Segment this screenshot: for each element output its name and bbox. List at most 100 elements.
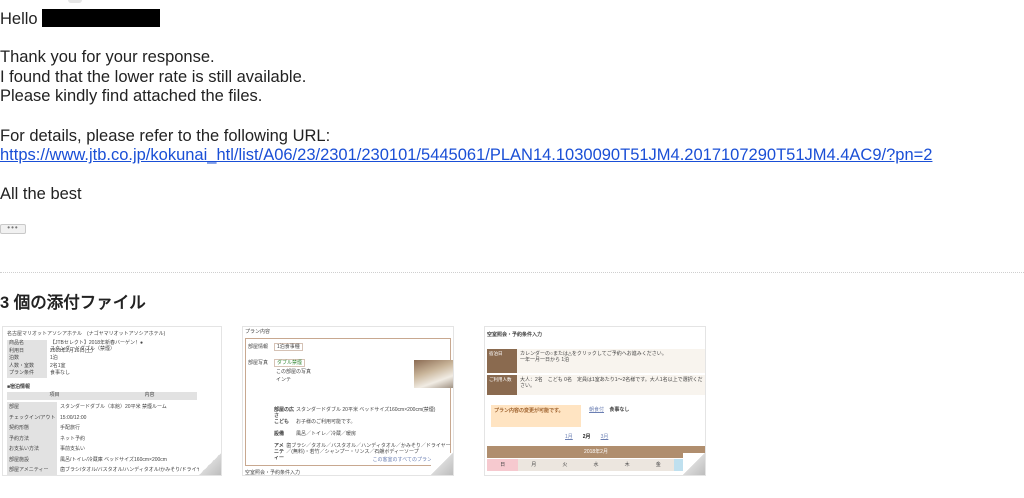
list-item: こども お子様のご利用可能です。 bbox=[274, 419, 452, 431]
t2-next-section: 空室照会・予約条件入力 bbox=[245, 470, 301, 476]
t2-photo-note: この部屋の写真 bbox=[276, 369, 312, 375]
t3-month-next: 3月 bbox=[600, 434, 609, 440]
t3-row-label: 宿泊日 bbox=[487, 349, 517, 373]
weekday: 金 bbox=[655, 462, 661, 468]
cell-key: プラン条件 bbox=[7, 370, 47, 378]
item-key: 部屋の広さ bbox=[274, 407, 295, 419]
t2-row-tag: ダブル禁煙 bbox=[274, 359, 306, 367]
t3-row-guests: ご利用人数 大人：2名 こども 0名 定員は1室あたり1〜2名様です。大人1名以… bbox=[487, 375, 705, 395]
column-header: 項目 bbox=[49, 392, 60, 398]
table-row: チェックイン/アウト 15:00/12:00 bbox=[7, 412, 207, 423]
table-row: 契約形態 手配旅行 bbox=[7, 423, 207, 434]
t3-calendar-title: 2018年2月 bbox=[487, 446, 705, 458]
t3-calendar-weekdays: 日 月 火 水 木 金 土 bbox=[487, 459, 705, 471]
list-item: 部屋の広さ スタンダードダブル 20平米 ベッドサイズ160cm×200cm(禁煙… bbox=[274, 407, 452, 419]
cell-key: チェックイン/アウト bbox=[7, 412, 57, 423]
t1-hotel-title: 名古屋マリオットアソシアホテル (ナゴヤマリオットアソシアホテル) bbox=[7, 331, 166, 337]
item-value: 歯ブラシ／タオル／バスタオル／ハンディタオル／かみそり／ドライヤー／(無料)・若… bbox=[286, 443, 451, 455]
table-row: プラン条件 食事なし bbox=[7, 370, 147, 378]
redacted-name bbox=[41, 9, 160, 27]
page-curl-icon bbox=[199, 453, 221, 475]
item-key: こども bbox=[274, 419, 290, 425]
t3-row-label: ご利用人数 bbox=[487, 375, 517, 395]
item-value: お子様のご利用可能です。 bbox=[296, 419, 356, 425]
attachment-thumbnail-1[interactable]: 名古屋マリオットアソシアホテル (ナゴヤマリオットアソシアホテル) 商品名 【JT… bbox=[2, 326, 222, 476]
t1-section-title: ■宿泊情報 bbox=[7, 384, 31, 390]
table-row: 部屋 スタンダードダブル（本館）20平米 禁煙ルーム bbox=[7, 402, 207, 413]
greeting: Hello bbox=[0, 10, 38, 28]
t1-table-head: 項目 内容 bbox=[7, 392, 197, 400]
greeting-line: Hello bbox=[0, 9, 1024, 29]
table-row: 部屋施設 風呂/トイレ/冷蔵庫 ベッドサイズ160cm×200cm bbox=[7, 454, 207, 465]
weekday: 水 bbox=[593, 462, 599, 468]
t2-row-key: 部屋情報 bbox=[248, 344, 269, 350]
list-item: 設備 風呂／トイレ／冷蔵／暖房 bbox=[274, 431, 452, 443]
weekday: 火 bbox=[562, 462, 568, 468]
details-intro: For details, please refer to the followi… bbox=[0, 126, 331, 145]
cell-value: 手配旅行 bbox=[60, 425, 81, 431]
item-key: アメニティー bbox=[274, 443, 285, 461]
cell-value: 歯ブラシ/タオル/バスタオル/ハンディタオル/かみそり/ドライヤー/シャンプー/… bbox=[60, 467, 201, 473]
cell-key: 泊数 bbox=[7, 355, 47, 363]
page-curl-icon bbox=[431, 453, 453, 475]
cell-key: 部屋 bbox=[7, 402, 57, 413]
cell-value: 事前支払い bbox=[60, 446, 86, 452]
cell-key: 部屋施設 bbox=[7, 454, 57, 465]
table-row: 泊数 1泊 bbox=[7, 355, 147, 363]
t3-month-current: 2月 bbox=[582, 434, 591, 440]
weekday: 日 bbox=[487, 459, 519, 471]
jtb-url-link[interactable]: https://www.jtb.co.jp/kokunai_htl/list/A… bbox=[0, 146, 932, 164]
email-body: Hello Thank you for your response. I fou… bbox=[0, 9, 1024, 205]
t2-photo-note-2: インテ bbox=[276, 377, 292, 383]
weekday: 月 bbox=[531, 462, 537, 468]
t3-plan-change-note: プラン内容の変更が可能です。 bbox=[491, 405, 581, 427]
t2-section-label: プラン内容 bbox=[245, 329, 271, 335]
cell-value: 2名1室 bbox=[50, 362, 66, 369]
cell-key: 部屋アメニティー bbox=[7, 465, 57, 475]
top-stub bbox=[68, 0, 82, 3]
cell-value: 1泊 bbox=[50, 355, 58, 361]
table-row: 商品名 【JTBセレクト】2018年新春バーゲン！●スタンダードダブル（禁煙） bbox=[7, 340, 147, 352]
item-value: スタンダードダブル 20平米 ベッドサイズ160cm×200cm(禁煙) bbox=[296, 407, 436, 413]
body-line-3: Please kindly find attached the files. bbox=[0, 87, 263, 106]
cell-value: ネット予約 bbox=[60, 435, 86, 442]
room-photo bbox=[414, 360, 453, 388]
table-row: 部屋アメニティー歯ブラシ/タオル/バスタオル/ハンディタオル/かみそり/ドライヤ… bbox=[7, 465, 207, 475]
cell-value: 2018年2月16日(土) bbox=[50, 347, 93, 354]
cell-key: 予約方法 bbox=[7, 433, 57, 444]
attachment-thumbnail-3[interactable]: 空室照会・予約条件入力 宿泊日 カレンダーの○または△をクリックしてご予約へお進… bbox=[484, 326, 706, 476]
item-value: 風呂／トイレ／冷蔵／暖房 bbox=[296, 431, 357, 437]
t3-plan-info: 朝食付 食事なし bbox=[589, 407, 629, 413]
t3-row-value: カレンダーの○または△をクリックしてご予約へお進みください。 一年一月一日から … bbox=[517, 349, 705, 373]
t2-row-tag: 1泊食事種 bbox=[274, 343, 303, 351]
body-line-1: Thank you for your response. bbox=[0, 48, 215, 67]
cell-value: スタンダードダブル（本館）20平米 禁煙ルーム bbox=[60, 404, 167, 410]
t3-row-value: 大人：2名 こども 0名 定員は1室あたり1〜2名様です。大人1名以上で選択くだ… bbox=[517, 375, 705, 395]
cell-key: 人数・室数 bbox=[7, 362, 47, 370]
cell-value: 15:00/12:00 bbox=[60, 414, 87, 421]
show-trimmed-content-button[interactable]: ••• bbox=[0, 224, 26, 234]
signoff: All the best bbox=[0, 185, 82, 204]
item-key: 設備 bbox=[274, 431, 285, 437]
cell-value: 食事なし bbox=[50, 370, 71, 376]
t3-title: 空室照会・予約条件入力 bbox=[487, 332, 543, 338]
t3-plan-value: 食事なし bbox=[609, 407, 630, 413]
cell-key: お支払い方法 bbox=[7, 444, 57, 455]
cell-key: 商品名 bbox=[7, 340, 47, 348]
cell-value: 【JTBセレクト】2018年新春バーゲン！●スタンダードダブル（禁煙） bbox=[50, 340, 144, 352]
attachments-heading: 3 個の添付ファイル bbox=[0, 294, 146, 312]
t2-row-key: 部屋写真 bbox=[248, 360, 269, 366]
t3-month-prev: 1月 bbox=[565, 434, 573, 440]
body-line-2: I found that the lower rate is still ava… bbox=[0, 67, 307, 86]
t2-plan-box: 部屋情報 1泊食事種 部屋写真 ダブル禁煙 この部屋の写真 インテ 部屋の広さス… bbox=[245, 338, 451, 466]
list-item: アメニティー 歯ブラシ／タオル／バスタオル／ハンディタオル／かみそり／ドライヤー／… bbox=[274, 443, 452, 461]
table-row: 利用日 2018年2月16日(土) bbox=[7, 347, 147, 355]
attachment-thumbnail-2[interactable]: プラン内容 部屋情報 1泊食事種 部屋写真 ダブル禁煙 この部屋の写真 インテ … bbox=[242, 326, 454, 476]
table-row: 予約方法 ネット予約 bbox=[7, 433, 207, 444]
cell-value: 風呂/トイレ/冷蔵庫 ベッドサイズ160cm×200cm bbox=[60, 456, 167, 463]
t2-row-room-photo: 部屋写真 ダブル禁煙 bbox=[248, 359, 308, 367]
t1-room-table: 部屋 スタンダードダブル（本館）20平米 禁煙ルーム チェックイン/アウト 15:0… bbox=[7, 402, 207, 475]
t2-row-room-info: 部屋情報 1泊食事種 bbox=[248, 343, 306, 351]
t1-booking-table: 商品名 【JTBセレクト】2018年新春バーゲン！●スタンダードダブル（禁煙） 利… bbox=[7, 340, 147, 378]
weekday: 木 bbox=[624, 462, 630, 468]
